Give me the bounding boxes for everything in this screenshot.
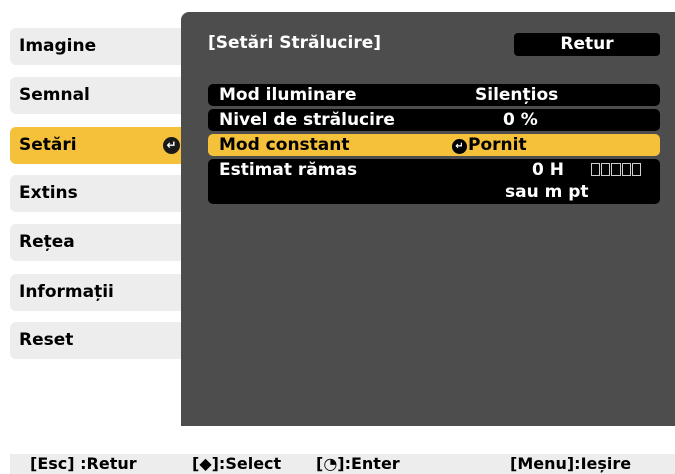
row-label: Mod constant <box>219 135 350 155</box>
row-nivel-stralucire[interactable]: Nivel de strălucire 0 % <box>208 109 660 131</box>
menu-item-label: Imagine <box>19 36 97 56</box>
help-enter: [◔]:Enter <box>316 454 400 473</box>
menu-item-setari[interactable]: Setări ↵ <box>10 127 196 164</box>
remaining-subtext: sau m pt <box>505 182 589 202</box>
menu-item-reset[interactable]: Reset <box>10 322 196 359</box>
row-label: Estimat rămas <box>219 160 358 180</box>
help-bar: [Esc] :Retur [◆]:Select [◔]:Enter [Menu]… <box>10 454 675 474</box>
remaining-gauge-icon <box>591 163 642 176</box>
help-esc: [Esc] :Retur <box>30 454 137 473</box>
menu-item-label: Informații <box>19 282 114 302</box>
row-mod-constant[interactable]: Mod constant ↵ Pornit <box>208 134 660 156</box>
enter-icon: ↵ <box>452 139 467 154</box>
menu-item-semnal[interactable]: Semnal <box>10 77 196 114</box>
menu-item-retea[interactable]: Rețea <box>10 224 196 261</box>
menu-item-label: Setări <box>19 135 77 155</box>
row-value: Pornit <box>468 135 527 155</box>
menu-item-imagine[interactable]: Imagine <box>10 28 196 65</box>
menu-item-extins[interactable]: Extins <box>10 175 196 212</box>
return-button[interactable]: Retur <box>514 33 660 56</box>
menu-item-informatii[interactable]: Informații <box>10 274 196 311</box>
row-value-wrap: ↵ Pornit <box>452 134 527 156</box>
menu-item-label: Extins <box>19 183 78 203</box>
menu-item-label: Reset <box>19 330 74 350</box>
row-label: Mod iluminare <box>219 85 357 105</box>
menu-item-label: Rețea <box>19 232 75 252</box>
row-label: Nivel de strălucire <box>219 110 395 130</box>
help-select: [◆]:Select <box>192 454 282 473</box>
row-mod-iluminare[interactable]: Mod iluminare Silențios <box>208 84 660 106</box>
enter-icon: ↵ <box>163 137 180 154</box>
panel-title: [Setări Strălucire] <box>208 33 382 53</box>
row-value: 0 % <box>503 110 538 130</box>
settings-panel: [Setări Strălucire] Retur Mod iluminare … <box>181 12 675 426</box>
row-estimat-ramas: Estimat rămas 0 H sau m pt <box>208 159 660 204</box>
help-menu: [Menu]:Ieșire <box>510 454 632 473</box>
menu-item-label: Semnal <box>19 85 90 105</box>
remaining-hours: 0 H <box>532 160 564 180</box>
row-value: Silențios <box>475 85 559 105</box>
